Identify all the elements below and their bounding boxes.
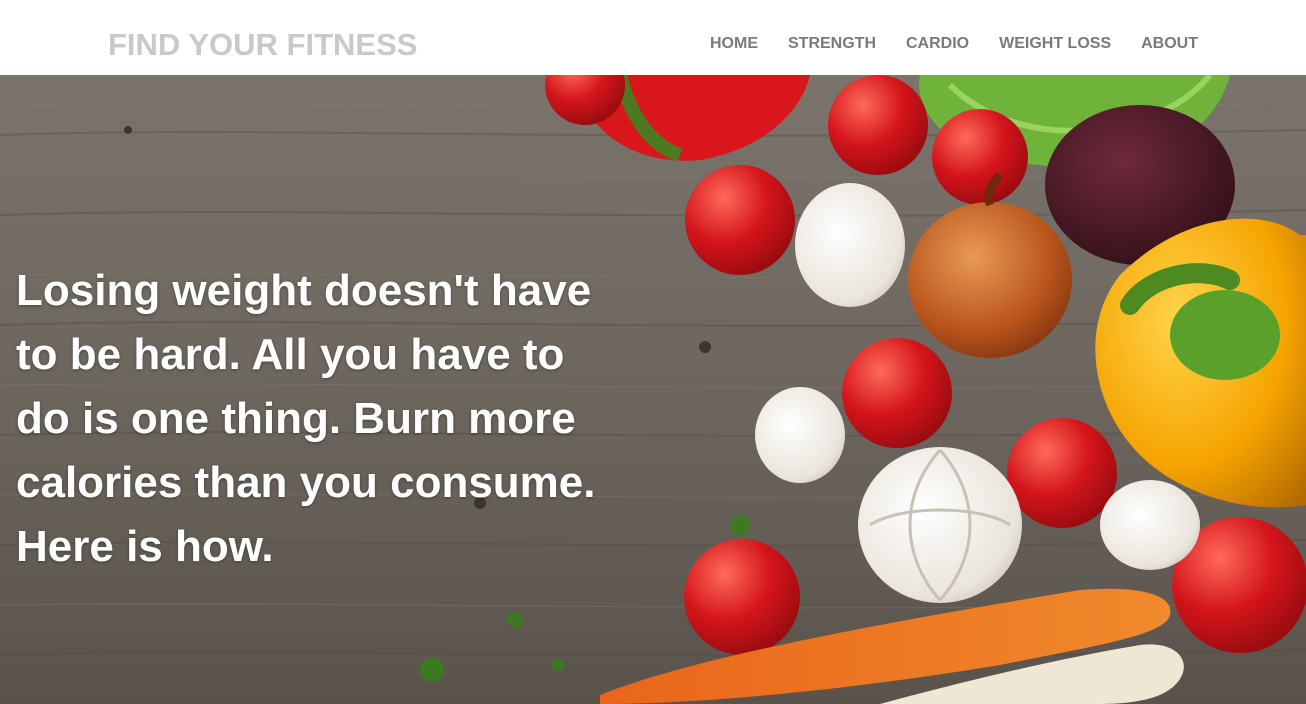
hero-section: Losing weight doesn't have to be hard. A… — [0, 75, 1306, 704]
top-navbar: FIND YOUR FITNESS HOME STRENGTH CARDIO W… — [0, 0, 1306, 75]
nav-item-weight-loss[interactable]: WEIGHT LOSS — [999, 35, 1111, 53]
nav-item-cardio[interactable]: CARDIO — [906, 35, 969, 53]
nav-item-home[interactable]: HOME — [710, 35, 758, 53]
site-brand-title[interactable]: FIND YOUR FITNESS — [108, 27, 417, 63]
nav-links: HOME STRENGTH CARDIO WEIGHT LOSS ABOUT — [710, 35, 1198, 53]
nav-item-strength[interactable]: STRENGTH — [788, 35, 876, 53]
hero-headline: Losing weight doesn't have to be hard. A… — [16, 266, 596, 571]
nav-item-about[interactable]: ABOUT — [1141, 35, 1198, 53]
